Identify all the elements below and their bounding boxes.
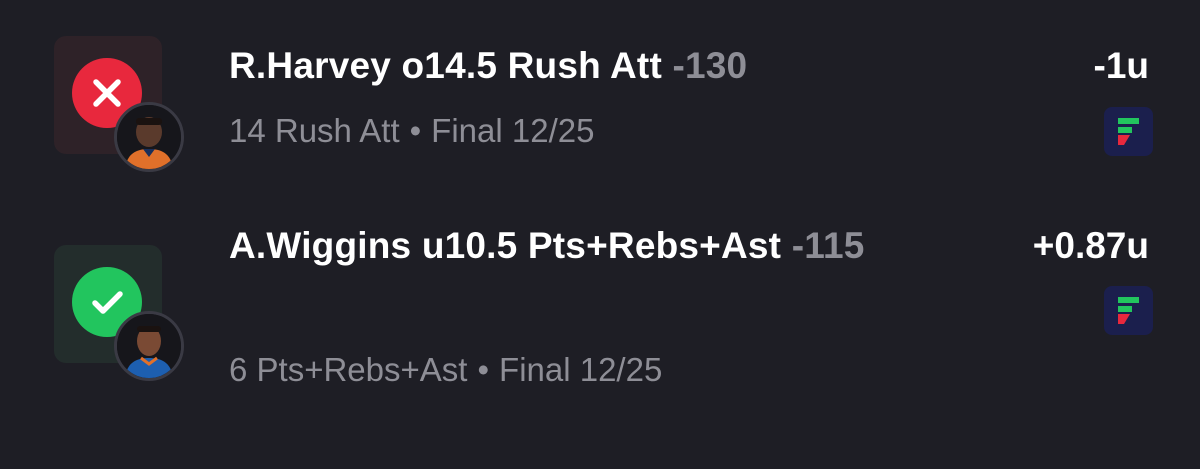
bet-row[interactable]: R.Harvey o14.5 Rush Att -130 14 Rush Att… — [0, 0, 1200, 200]
units-result: +0.87u — [1032, 225, 1149, 266]
bet-title: R.Harvey o14.5 Rush Att -130 — [229, 37, 989, 95]
bet-odds: -115 — [791, 225, 865, 266]
result-stat: 14 Rush Att — [229, 112, 400, 149]
bet-subtitle: 14 Rush Att • Final 12/25 — [229, 109, 594, 153]
bet-subtitle: 6 Pts+Rebs+Ast • Final 12/25 — [229, 348, 662, 392]
bet-selection: A.Wiggins u10.5 Pts+Rebs+Ast — [229, 225, 782, 266]
bet-row[interactable]: A.Wiggins u10.5 Pts+Rebs+Ast -115 6 Pts+… — [0, 200, 1200, 469]
separator: • — [409, 112, 422, 149]
game-status: Final 12/25 — [431, 112, 595, 149]
sportsbook-logo-icon — [1104, 107, 1153, 156]
result-stat: 6 Pts+Rebs+Ast — [229, 351, 468, 388]
separator: • — [477, 351, 490, 388]
bet-history-list: R.Harvey o14.5 Rush Att -130 14 Rush Att… — [0, 0, 1200, 469]
sportsbook-logo-icon — [1104, 286, 1153, 335]
bet-selection: R.Harvey o14.5 Rush Att — [229, 45, 662, 86]
bet-title: A.Wiggins u10.5 Pts+Rebs+Ast -115 — [229, 217, 929, 275]
units-result: -1u — [1093, 45, 1150, 86]
bet-odds: -130 — [672, 45, 748, 86]
player-avatar — [114, 311, 184, 381]
game-status: Final 12/25 — [499, 351, 663, 388]
player-avatar — [114, 102, 184, 172]
